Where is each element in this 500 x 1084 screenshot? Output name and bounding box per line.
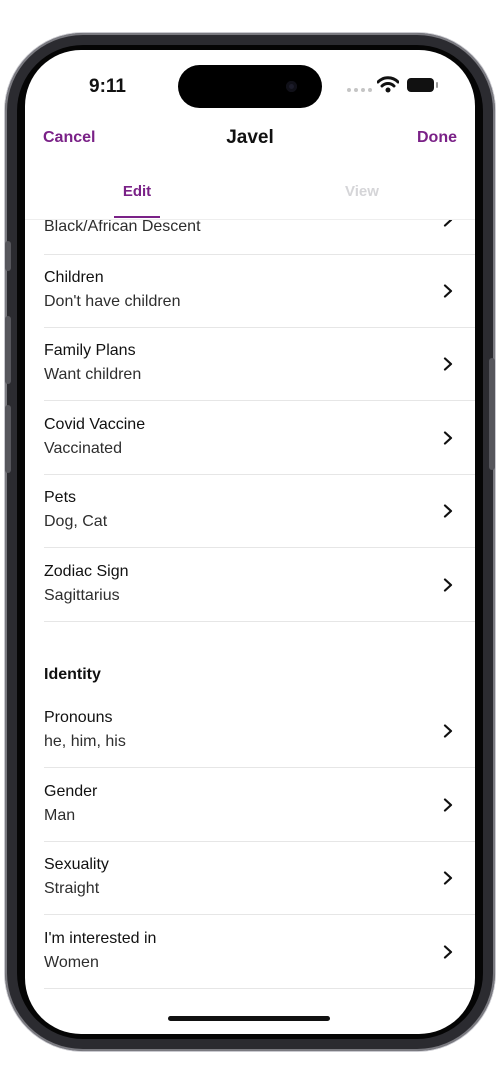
list-item-value: Straight bbox=[44, 880, 100, 897]
list-item-covid-vaccine[interactable]: Covid Vaccine Vaccinated bbox=[44, 402, 475, 475]
chevron-right-icon bbox=[443, 945, 453, 959]
tab-edit-indicator bbox=[114, 216, 160, 218]
tab-edit[interactable]: Edit bbox=[115, 183, 159, 200]
list-item-value: Want children bbox=[44, 366, 142, 383]
list-item-value: Black/African Descent bbox=[44, 220, 201, 235]
volume-down-button bbox=[5, 405, 11, 473]
list-item-value: Dog, Cat bbox=[44, 513, 108, 530]
list-item-title: Pronouns bbox=[44, 709, 113, 726]
power-button bbox=[489, 358, 495, 470]
status-time: 9:11 bbox=[89, 76, 126, 97]
list-item-title: Children bbox=[44, 269, 104, 286]
list-item-title: Pets bbox=[44, 489, 77, 506]
list-item-sexuality[interactable]: Sexuality Straight bbox=[44, 842, 475, 915]
chevron-right-icon bbox=[443, 431, 453, 445]
volume-up-button bbox=[5, 316, 11, 384]
wifi-icon bbox=[377, 76, 399, 93]
list-item-title: Zodiac Sign bbox=[44, 563, 129, 580]
signal-icon bbox=[347, 88, 372, 92]
list-item-pronouns[interactable]: Pronouns he, him, his bbox=[44, 695, 475, 768]
list-item-title: I'm interested in bbox=[44, 930, 157, 947]
home-indicator[interactable] bbox=[168, 1016, 330, 1021]
list-item-title: Covid Vaccine bbox=[44, 416, 146, 433]
list-item-title: Sexuality bbox=[44, 856, 109, 873]
battery-icon bbox=[407, 78, 438, 92]
list-item-interested-in[interactable]: I'm interested in Women bbox=[44, 916, 475, 989]
list-item-pets[interactable]: Pets Dog, Cat bbox=[44, 475, 475, 548]
list-item-title: Family Plans bbox=[44, 342, 136, 359]
list-item-zodiac-sign[interactable]: Zodiac Sign Sagittarius bbox=[44, 549, 475, 622]
list-item-ethnicity[interactable]: Black/African Descent bbox=[44, 220, 475, 255]
list-item-value: Man bbox=[44, 807, 76, 824]
action-button bbox=[5, 241, 11, 271]
chevron-right-icon bbox=[443, 284, 453, 298]
chevron-right-icon bbox=[443, 871, 453, 885]
chevron-right-icon bbox=[443, 578, 453, 592]
screen: 9:11 Cancel Javel Done Edit View Black/A… bbox=[25, 50, 475, 1034]
list-item-value: he, him, his bbox=[44, 733, 126, 750]
chevron-right-icon bbox=[443, 724, 453, 738]
chevron-right-icon bbox=[443, 220, 453, 227]
camera-icon bbox=[286, 81, 297, 92]
list-item-value: Vaccinated bbox=[44, 440, 122, 457]
chevron-right-icon bbox=[443, 504, 453, 518]
list-item-value: Sagittarius bbox=[44, 587, 120, 604]
list-item-gender[interactable]: Gender Man bbox=[44, 769, 475, 842]
list-item-value: Don't have children bbox=[44, 293, 181, 310]
page-title: Javel bbox=[226, 127, 274, 148]
chevron-right-icon bbox=[443, 798, 453, 812]
profile-detail-list: Black/African Descent Children Don't hav… bbox=[25, 220, 475, 1034]
list-item-value: Women bbox=[44, 954, 99, 971]
section-heading-identity: Identity bbox=[44, 666, 101, 683]
list-item-title: Gender bbox=[44, 783, 98, 800]
chevron-right-icon bbox=[443, 357, 453, 371]
tab-view[interactable]: View bbox=[340, 183, 384, 200]
done-button[interactable]: Done bbox=[417, 129, 457, 147]
list-item-family-plans[interactable]: Family Plans Want children bbox=[44, 328, 475, 401]
dynamic-island bbox=[178, 65, 322, 108]
list-item-children[interactable]: Children Don't have children bbox=[44, 255, 475, 328]
